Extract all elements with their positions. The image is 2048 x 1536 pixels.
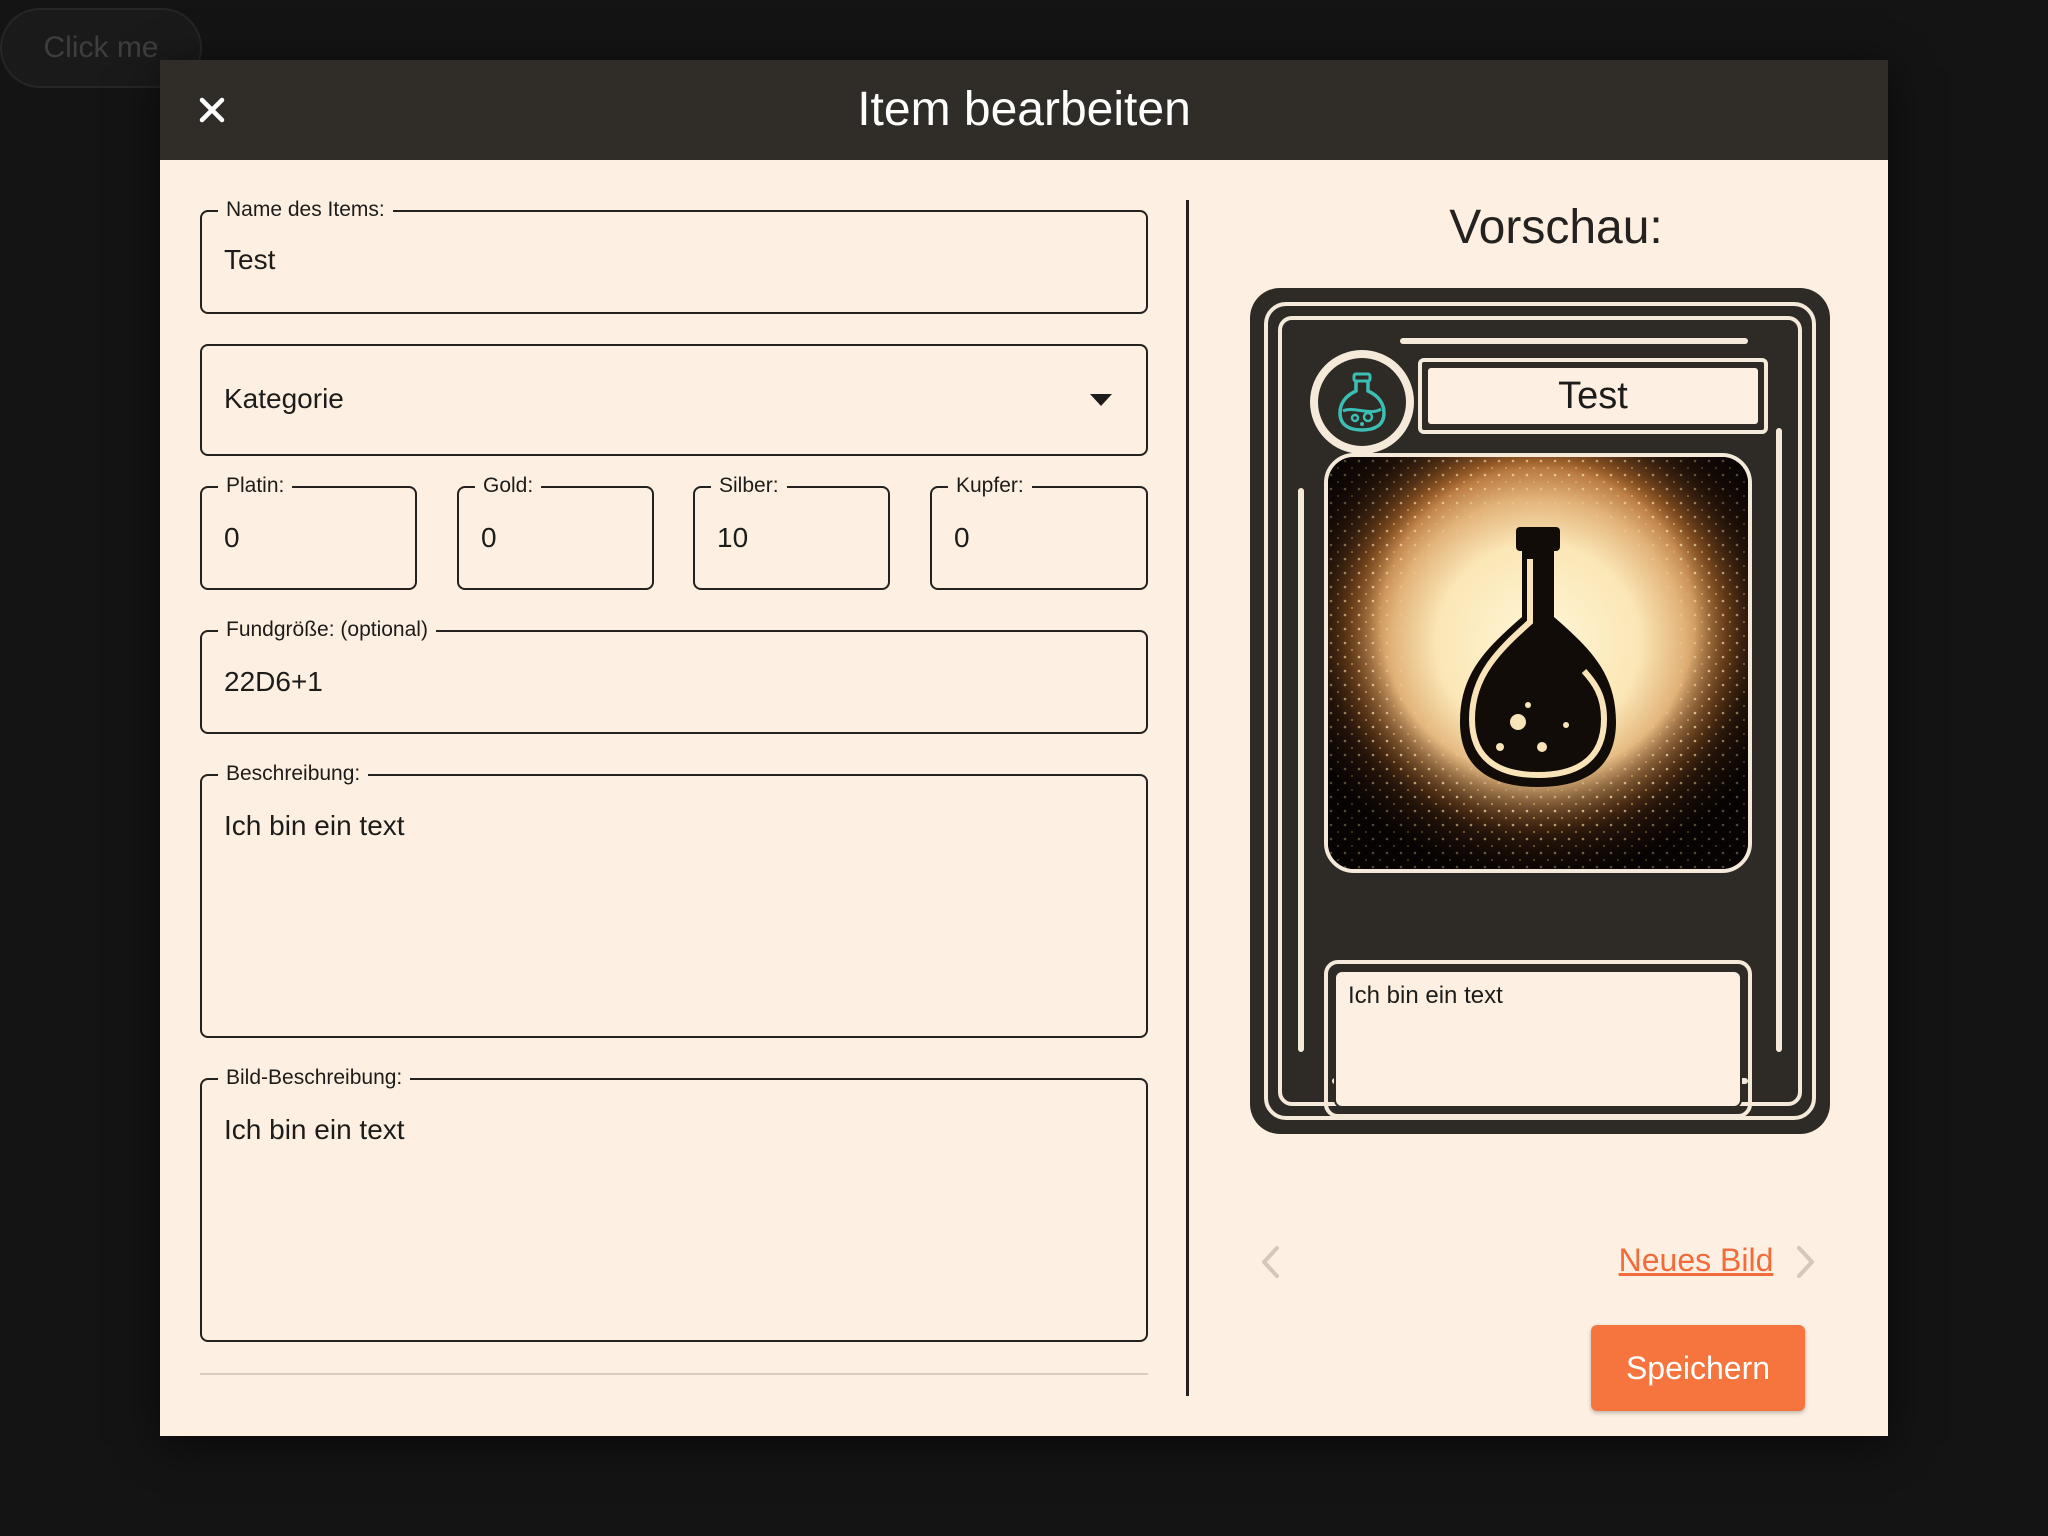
card-title-box: Test	[1418, 358, 1768, 434]
fundgroesse-field[interactable]: Fundgröße: (optional) 22D6+1	[200, 618, 1148, 734]
preview-heading: Vorschau:	[1449, 201, 1663, 254]
edit-item-dialog: Item bearbeiten Name des Items: Test Kat…	[160, 60, 1888, 1436]
card-description: Ich bin ein text	[1334, 970, 1742, 1108]
image-description-field[interactable]: Bild-Beschreibung: Ich bin ein text	[200, 1066, 1148, 1342]
card-description-frame: Ich bin ein text	[1324, 960, 1752, 1118]
item-card-preview: Test Ich bin ein text	[1250, 288, 1830, 1134]
dialog-header: Item bearbeiten	[160, 60, 1888, 160]
card-top-bar	[1400, 338, 1748, 344]
silber-label: Silber:	[711, 474, 787, 498]
gold-label: Gold:	[475, 474, 542, 498]
potion-icon	[1338, 372, 1386, 432]
potion-bottle-illustration	[1328, 457, 1748, 869]
kupfer-label: Kupfer:	[948, 474, 1032, 498]
item-name-field[interactable]: Name des Items: Test	[200, 198, 1148, 314]
platin-input[interactable]: 0	[224, 522, 240, 554]
silber-input[interactable]: 10	[717, 522, 748, 554]
dropdown-arrow-icon[interactable]	[1090, 394, 1112, 406]
dialog-title: Item bearbeiten	[857, 83, 1191, 136]
image-description-textarea[interactable]: Ich bin ein text	[224, 1114, 405, 1146]
card-right-bar	[1776, 428, 1782, 1052]
chevron-right-icon[interactable]	[1786, 1238, 1826, 1286]
save-button[interactable]: Speichern	[1591, 1325, 1805, 1411]
category-select[interactable]: Kategorie	[200, 344, 1148, 456]
description-textarea[interactable]: Ich bin ein text	[224, 810, 405, 842]
form-bottom-divider	[200, 1373, 1148, 1375]
card-emblem	[1310, 350, 1414, 454]
description-field[interactable]: Beschreibung: Ich bin ein text	[200, 762, 1148, 1038]
gold-field[interactable]: Gold: 0	[457, 474, 654, 590]
fundgroesse-label: Fundgröße: (optional)	[218, 618, 436, 642]
silber-field[interactable]: Silber: 10	[693, 474, 890, 590]
kupfer-input[interactable]: 0	[954, 522, 970, 554]
fundgroesse-input[interactable]: 22D6+1	[224, 666, 323, 698]
card-image-frame	[1324, 453, 1752, 873]
description-label: Beschreibung:	[218, 762, 369, 786]
image-description-label: Bild-Beschreibung:	[218, 1066, 411, 1090]
card-title: Test	[1428, 368, 1758, 424]
kupfer-field[interactable]: Kupfer: 0	[930, 474, 1148, 590]
card-left-bar	[1298, 488, 1304, 1052]
item-name-input[interactable]: Test	[224, 244, 275, 276]
vertical-divider	[1186, 200, 1189, 1396]
item-name-label: Name des Items:	[218, 198, 393, 222]
gold-input[interactable]: 0	[481, 522, 497, 554]
platin-label: Platin:	[218, 474, 293, 498]
chevron-left-icon[interactable]	[1250, 1238, 1290, 1286]
platin-field[interactable]: Platin: 0	[200, 474, 417, 590]
category-placeholder: Kategorie	[224, 383, 344, 414]
